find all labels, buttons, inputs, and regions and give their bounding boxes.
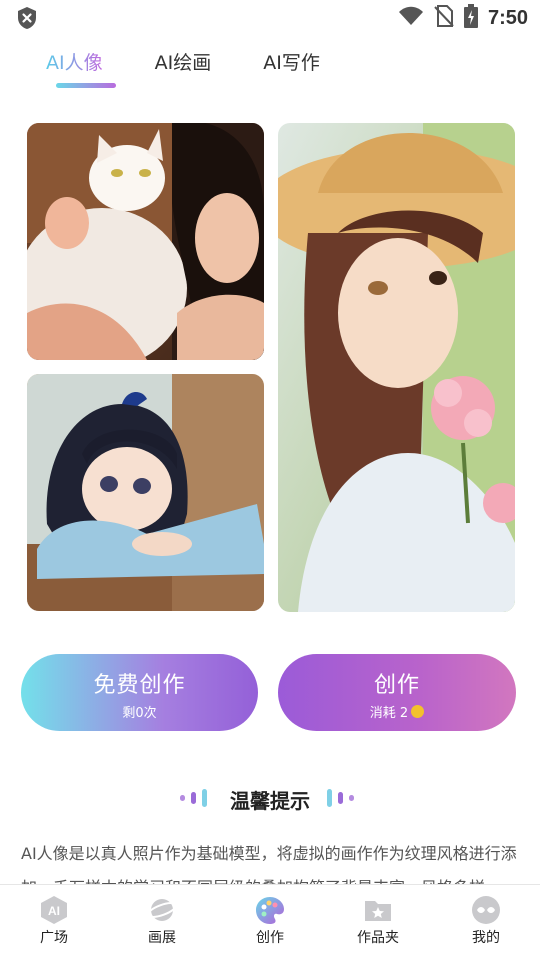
nav-mine[interactable]: 我的 [432, 885, 540, 961]
create-cost: 消耗 2 [369, 706, 409, 721]
sample-image-cat[interactable] [27, 123, 264, 360]
tips-title: 温馨提示 [230, 789, 310, 813]
wifi-icon [398, 6, 424, 30]
nav-works[interactable]: 作品夹 [324, 885, 432, 961]
free-create-label: 免费创作 [93, 673, 186, 698]
tab-ai-portrait[interactable]: AI人像 [46, 48, 103, 81]
battery-charging-icon [463, 4, 478, 32]
sample-image-desk[interactable] [27, 374, 264, 611]
nav-square[interactable]: AI 广场 [0, 885, 108, 961]
coin-icon [411, 705, 425, 718]
no-sim-icon [434, 5, 454, 31]
tab-ai-painting[interactable]: AI绘画 [155, 48, 212, 81]
create-button[interactable]: 创作 消耗 2 [278, 654, 516, 731]
planet-icon [146, 895, 178, 925]
tab-ai-writing[interactable]: AI写作 [263, 48, 320, 81]
free-remaining-count: 剩0次 [122, 706, 157, 721]
profile-mask-icon [471, 895, 501, 925]
status-bar: 7:50 [0, 0, 540, 36]
svg-text:AI: AI [48, 904, 60, 918]
palette-icon [255, 895, 285, 925]
ai-badge-icon: AI [39, 895, 69, 925]
folder-star-icon [363, 895, 393, 925]
nav-gallery[interactable]: 画展 [108, 885, 216, 961]
title-decor-right [327, 789, 354, 807]
free-create-button[interactable]: 免费创作 剩0次 [21, 654, 258, 731]
sample-image-straw-hat[interactable] [278, 123, 515, 612]
shield-x-icon [16, 6, 38, 34]
category-tabs: AI人像 AI绘画 AI写作 [46, 48, 372, 81]
bottom-nav: AI 广场 画展 创作 作品夹 我的 [0, 884, 540, 961]
nav-create[interactable]: 创作 [216, 885, 324, 961]
create-label: 创作 [373, 673, 420, 698]
clock: 7:50 [487, 6, 528, 29]
active-tab-indicator [56, 83, 116, 88]
